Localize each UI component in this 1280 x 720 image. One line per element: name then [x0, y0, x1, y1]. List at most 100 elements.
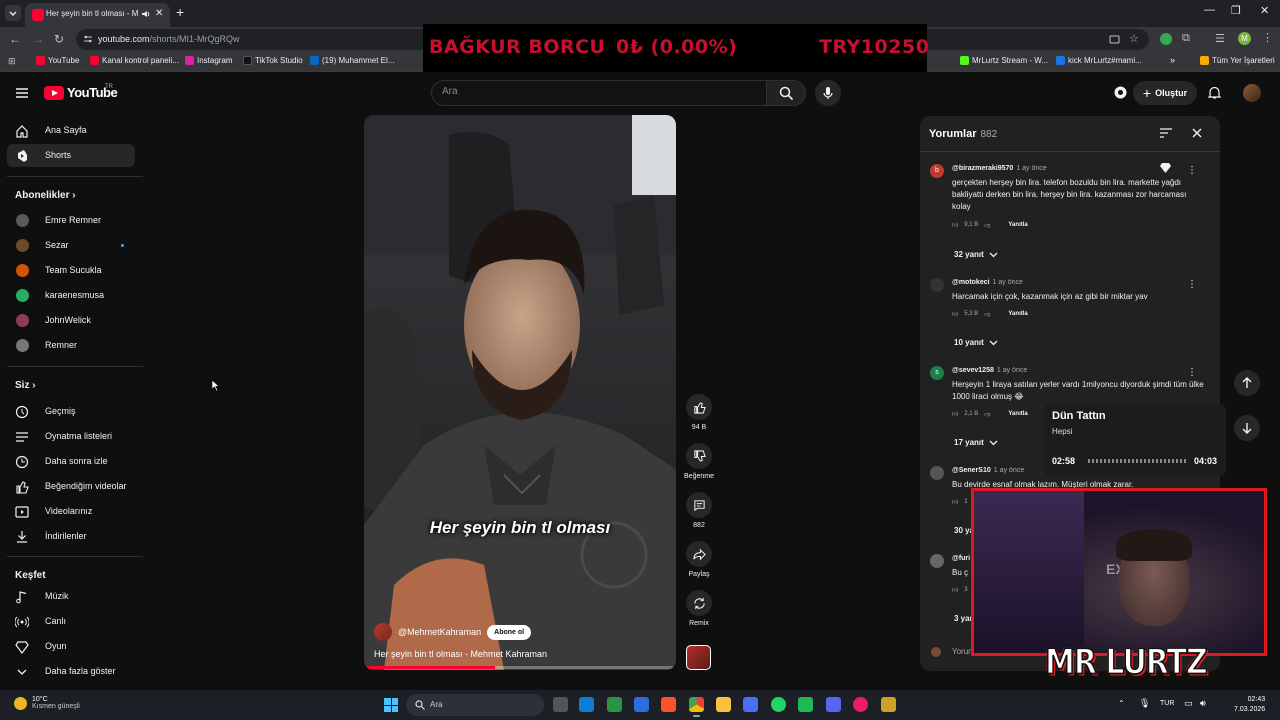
comments-button[interactable]: 882 — [684, 492, 714, 529]
bookmark-youtube[interactable]: YouTube — [36, 56, 79, 65]
reply-button[interactable]: Yanıtla — [1008, 222, 1027, 228]
discord-icon[interactable] — [826, 697, 841, 712]
volume-icon[interactable]: 🔊︎ — [1200, 698, 1206, 709]
clock[interactable]: 02:43 7.03.2026 — [1234, 695, 1265, 715]
apps-grid-icon[interactable]: ⊞ — [8, 56, 16, 67]
bookmarks-overflow-icon[interactable]: » — [1170, 55, 1175, 65]
previous-short-button[interactable] — [1234, 370, 1260, 396]
maximize-button[interactable]: ❐ — [1231, 4, 1241, 17]
search-button[interactable] — [766, 80, 806, 106]
sidebar-subscription[interactable]: Remner — [7, 334, 135, 357]
comment-dislike-icon[interactable]: 👎︎ — [984, 221, 990, 229]
network-icon[interactable]: ▭ — [1184, 698, 1193, 709]
menu-kebab-icon[interactable]: ⋮ — [1262, 31, 1273, 44]
task-view-icon[interactable] — [553, 697, 568, 712]
commenter-avatar[interactable]: b — [930, 164, 944, 178]
dislike-button[interactable]: Beğenme — [684, 443, 714, 480]
app-icon[interactable] — [798, 697, 813, 712]
commenter-avatar[interactable] — [930, 466, 944, 480]
game-icon[interactable] — [881, 697, 896, 712]
comment-menu-icon[interactable]: ⋮ — [1187, 279, 1197, 290]
browser-tab-active[interactable]: Her şeyin bin tl olması - Mehmet Kahrama… — [25, 3, 170, 27]
comment-menu-icon[interactable]: ⋮ — [1187, 165, 1197, 176]
comment-menu-icon[interactable]: ⋮ — [1187, 367, 1197, 378]
sidebar-subscription[interactable]: Team Sucukla — [7, 259, 135, 282]
tab-search-button[interactable] — [5, 5, 21, 21]
whatsapp-icon[interactable] — [771, 697, 786, 712]
tab-audio-icon[interactable] — [141, 9, 151, 19]
sidebar-item-your-videos[interactable]: Videolarınız — [7, 500, 135, 523]
bookmark-tiktok[interactable]: TikTok Studio — [243, 56, 303, 65]
all-bookmarks[interactable]: Tüm Yer İşaretleri — [1200, 56, 1275, 65]
search-input[interactable] — [442, 86, 742, 97]
brave-icon[interactable] — [661, 697, 676, 712]
comment-dislike-icon[interactable]: 👎︎ — [984, 410, 990, 418]
store-icon[interactable] — [607, 697, 622, 712]
commenter-name[interactable]: @furi — [952, 555, 970, 562]
mail-icon[interactable] — [634, 697, 649, 712]
like-button[interactable]: 94 B — [684, 394, 714, 431]
sidebar-item-gaming[interactable]: Oyun — [7, 635, 135, 658]
media-player-icon[interactable] — [853, 697, 868, 712]
bookmark-mrlurtz-stream[interactable]: MrLurtz Stream - W... — [960, 56, 1048, 65]
studio-icon[interactable] — [1113, 85, 1128, 100]
sidebar-item-live[interactable]: Canlı — [7, 610, 135, 633]
subscribe-button[interactable]: Abone ol — [487, 624, 532, 640]
replies-toggle[interactable]: 10 yanıt — [954, 338, 998, 347]
commenter-avatar[interactable] — [930, 554, 944, 568]
chrome-icon[interactable] — [689, 697, 704, 717]
reload-icon[interactable]: ↻ — [54, 32, 64, 46]
close-icon[interactable] — [1191, 127, 1203, 139]
voice-search-button[interactable] — [815, 80, 841, 106]
next-short-button[interactable] — [1234, 415, 1260, 441]
channel-name[interactable]: @MehmetKahraman — [398, 627, 481, 637]
back-icon[interactable]: ← — [9, 32, 21, 46]
sidebar-item-shorts[interactable]: Shorts — [7, 144, 135, 167]
commenter-name[interactable]: @birazmeraki9570 1 ay önce — [952, 165, 1047, 172]
video-title[interactable]: Her şeyin bin tl olması - Mehmet Kahrama… — [374, 649, 547, 659]
comment-dislike-icon[interactable]: 👎︎ — [984, 310, 990, 318]
sidebar-subscription[interactable]: JohnWelick — [7, 309, 135, 332]
input-language[interactable]: TUR — [1160, 700, 1174, 707]
commenter-avatar[interactable] — [930, 278, 944, 292]
replies-toggle[interactable]: 32 yanıt — [954, 250, 998, 259]
extension-icon[interactable] — [1160, 33, 1172, 45]
sidebar-subscription[interactable]: karaenesmusa — [7, 284, 135, 307]
track-progress-bar[interactable] — [1088, 459, 1186, 463]
remix-button[interactable]: Remix — [684, 590, 714, 627]
minimize-button[interactable]: — — [1204, 4, 1215, 16]
tray-overflow-icon[interactable]: ⌃ — [1118, 699, 1125, 708]
file-explorer-icon[interactable] — [716, 697, 731, 712]
tab-close-icon[interactable]: ✕ — [155, 8, 163, 19]
site-info-icon[interactable] — [83, 34, 93, 44]
sidebar-item-downloads[interactable]: İndirilenler — [7, 525, 135, 548]
sidebar-item-home[interactable]: Ana Sayfa — [7, 119, 135, 142]
comment-like-icon[interactable]: 👍︎ — [952, 586, 958, 594]
sidebar-item-music[interactable]: Müzik — [7, 585, 135, 608]
profile-icon[interactable]: M — [1238, 32, 1251, 45]
replies-toggle[interactable]: 17 yanıt — [954, 438, 998, 447]
cast-icon[interactable] — [1109, 34, 1120, 45]
extensions-puzzle-icon[interactable]: ⧉ — [1182, 32, 1190, 45]
forward-icon[interactable]: → — [32, 32, 44, 46]
sidebar-item-liked-videos[interactable]: Beğendiğim videolar — [7, 475, 135, 498]
reply-button[interactable]: Yanıtla — [1008, 411, 1027, 417]
commenter-avatar[interactable]: s — [930, 366, 944, 380]
taskbar-search[interactable]: Ara — [406, 694, 544, 716]
video-progress-bar[interactable] — [364, 666, 676, 669]
you-heading[interactable]: Siz › — [15, 380, 36, 391]
app-icon[interactable] — [743, 697, 758, 712]
create-button[interactable]: + Oluştur — [1133, 81, 1197, 105]
new-tab-button[interactable]: + — [176, 4, 184, 20]
sidebar-item-history[interactable]: Geçmiş — [7, 400, 135, 423]
comment-like-icon[interactable]: 👍︎ — [952, 221, 958, 229]
sidebar-item-playlists[interactable]: Oynatma listeleri — [7, 425, 135, 448]
tab-groups-icon[interactable]: ☰ — [1215, 32, 1225, 45]
hamburger-menu-icon[interactable] — [15, 86, 29, 100]
edge-icon[interactable] — [579, 697, 594, 712]
comment-like-icon[interactable]: 👍︎ — [952, 310, 958, 318]
comment-like-icon[interactable]: 👍︎ — [952, 498, 958, 506]
sidebar-subscription[interactable]: Sezar — [7, 234, 135, 257]
start-button[interactable] — [384, 698, 398, 712]
channel-thumbnail[interactable] — [686, 645, 711, 670]
